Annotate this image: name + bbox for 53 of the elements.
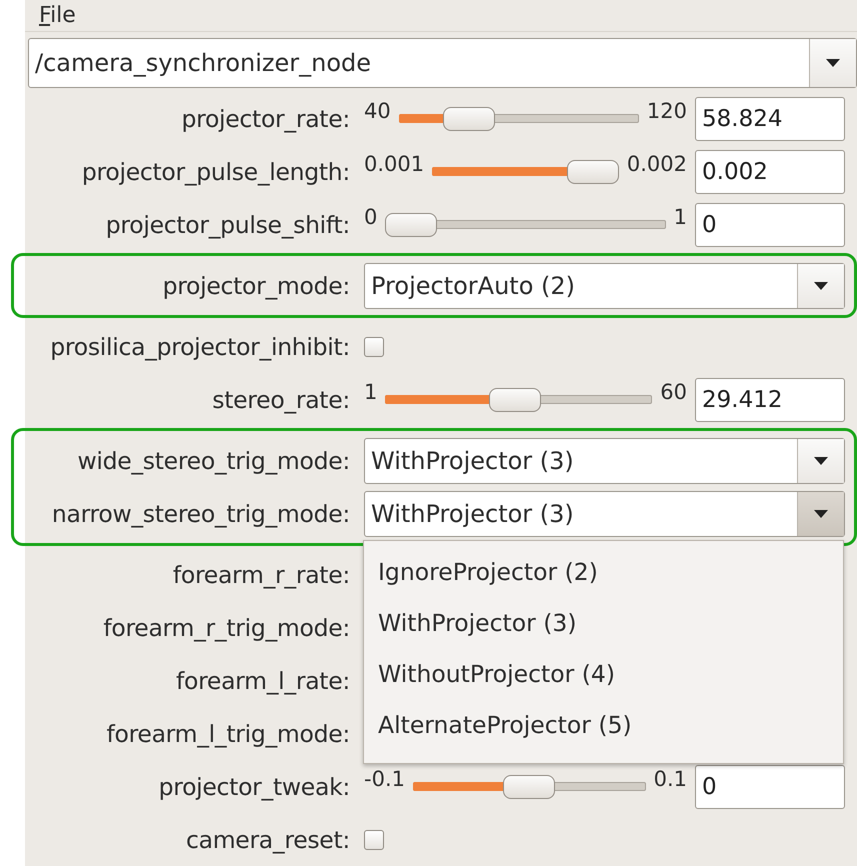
field-label: forearm_l_rate:	[175, 666, 350, 694]
checkbox[interactable]	[364, 830, 384, 850]
slider-thumb[interactable]	[385, 212, 438, 236]
dropdown-option[interactable]: IgnoreProjector (2)	[364, 546, 843, 598]
value-field[interactable]: 58.824	[695, 96, 845, 140]
slider-min-label: 0.001	[364, 152, 424, 176]
field-label: camera_reset:	[184, 826, 350, 854]
slider-max-label: 60	[660, 380, 687, 404]
slider-thumb[interactable]	[503, 774, 556, 798]
slider-max-label: 0.1	[654, 766, 687, 790]
value-field[interactable]: 29.412	[695, 378, 845, 422]
slider-min-label: 0	[364, 204, 378, 228]
slider-min-label: 1	[364, 380, 378, 404]
slider-max-label: 1	[674, 204, 687, 228]
field-label: projector_tweak:	[158, 772, 350, 800]
dropdown-field[interactable]: /camera_synchronizer_node	[28, 38, 857, 88]
slider-max-label: 0.002	[626, 152, 687, 176]
dropdown-caret-icon	[813, 456, 829, 464]
field-label: stereo_rate:	[211, 386, 350, 414]
field-label: forearm_r_trig_mode:	[102, 614, 350, 642]
field-label: projector_pulse_shift:	[104, 210, 350, 238]
checkbox[interactable]	[364, 336, 384, 356]
dropdown-caret-icon	[825, 59, 841, 67]
field-label: prosilica_projector_inhibit:	[49, 332, 350, 360]
dropdown-option[interactable]: WithoutProjector (4)	[364, 648, 843, 700]
value-field[interactable]: 0	[695, 764, 845, 808]
field-label: projector_mode:	[162, 272, 350, 300]
menu-item[interactable]: File	[39, 3, 76, 28]
slider-max-label: 120	[646, 98, 687, 122]
slider-min-label: -0.1	[364, 766, 405, 790]
slider-track[interactable]	[385, 388, 652, 412]
field-label: projector_rate:	[180, 104, 350, 132]
field-label: projector_pulse_length:	[80, 158, 350, 186]
dropdown-option[interactable]: AlternateProjector (5)	[364, 700, 843, 750]
dropdown-caret-icon	[813, 282, 829, 290]
slider-thumb[interactable]	[488, 388, 541, 412]
slider-track[interactable]	[385, 212, 666, 236]
field-label: narrow_stereo_trig_mode:	[50, 500, 350, 528]
field-label: wide_stereo_trig_mode:	[76, 446, 350, 474]
slider-thumb[interactable]	[566, 160, 619, 184]
field-label: forearm_r_rate:	[172, 560, 350, 588]
slider-track[interactable]	[432, 160, 619, 184]
slider-track[interactable]	[412, 774, 646, 798]
dropdown-caret-icon	[813, 510, 829, 518]
slider-track[interactable]	[398, 106, 639, 130]
slider-thumb[interactable]	[442, 106, 495, 130]
dropdown-option[interactable]: WithProjector (3)	[364, 598, 843, 648]
dropdown-field[interactable]: ProjectorAuto (2)	[364, 262, 845, 308]
slider-min-label: 40	[364, 98, 391, 122]
field-label: forearm_l_trig_mode:	[106, 720, 350, 748]
value-field[interactable]: 0.002	[695, 150, 845, 194]
value-field[interactable]: 0	[695, 202, 845, 246]
dropdown-field[interactable]: WithProjector (3)	[364, 438, 845, 484]
